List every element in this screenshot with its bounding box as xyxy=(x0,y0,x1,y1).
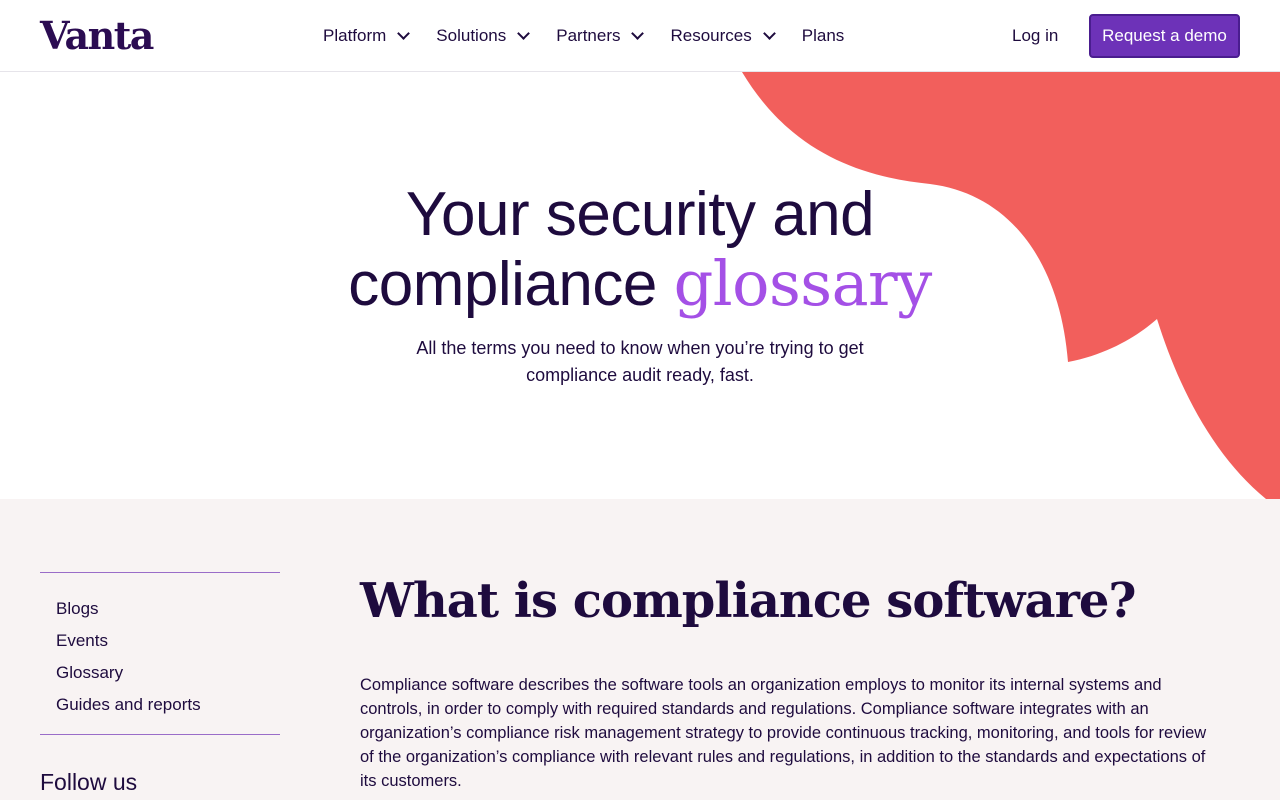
sidebar-divider-top xyxy=(40,572,280,573)
hero-section: Your security and compliance glossary Al… xyxy=(0,72,1280,499)
login-link[interactable]: Log in xyxy=(1012,24,1058,48)
chevron-down-icon xyxy=(517,27,531,40)
follow-us-heading: Follow us xyxy=(40,769,138,795)
hero-subtitle: All the terms you need to know when you’… xyxy=(416,338,864,385)
nav-platform[interactable]: Platform xyxy=(323,0,411,72)
article-title: What is compliance software? xyxy=(360,573,1137,629)
nav-partners-label: Partners xyxy=(556,26,621,45)
chevron-down-icon xyxy=(631,27,645,40)
nav-resources-label: Resources xyxy=(670,26,752,45)
nav-plans[interactable]: Plans xyxy=(802,0,845,72)
nav-platform-label: Platform xyxy=(323,26,387,45)
main-nav: Platform Solutions Partners Resources Pl… xyxy=(323,0,844,72)
sidebar-link-events[interactable]: Events xyxy=(56,625,201,657)
sidebar-divider-bottom xyxy=(40,734,280,735)
article-body: Compliance software describes the softwa… xyxy=(360,676,1207,790)
vanta-logo[interactable]: Vanta xyxy=(40,12,154,60)
nav-solutions[interactable]: Solutions xyxy=(436,0,531,72)
sidebar-links: Blogs Events Glossary Guides and reports xyxy=(56,593,201,721)
sidebar-link-blogs[interactable]: Blogs xyxy=(56,593,201,625)
sidebar-link-glossary[interactable]: Glossary xyxy=(56,657,201,689)
hero-title: Your security and compliance glossary xyxy=(0,180,1280,319)
hero-title-plain: compliance xyxy=(348,250,657,319)
request-demo-button[interactable]: Request a demo xyxy=(1089,14,1240,58)
nav-solutions-label: Solutions xyxy=(436,26,507,45)
chevron-down-icon xyxy=(397,27,411,40)
nav-partners[interactable]: Partners xyxy=(556,0,645,72)
site-header: Vanta Platform Solutions Partners Resour… xyxy=(0,0,1280,72)
hero-title-accent: glossary xyxy=(673,247,933,320)
hero-title-line1: Your security and xyxy=(405,180,875,249)
content-section: Blogs Events Glossary Guides and reports… xyxy=(0,499,1280,800)
nav-resources[interactable]: Resources xyxy=(670,0,776,72)
nav-plans-label: Plans xyxy=(801,26,845,45)
chevron-down-icon xyxy=(762,27,776,40)
sidebar-link-guides[interactable]: Guides and reports xyxy=(56,689,201,721)
